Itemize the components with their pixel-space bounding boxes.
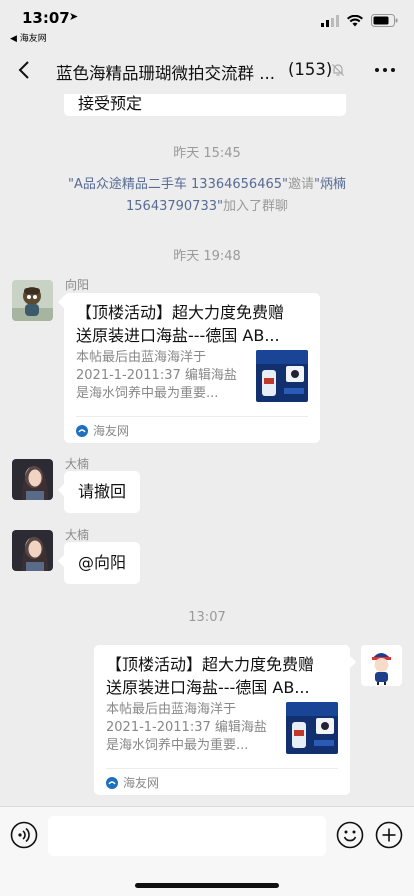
message-text: 请撤回 bbox=[78, 482, 127, 501]
message-text: @向阳 bbox=[78, 553, 127, 572]
input-bar bbox=[0, 806, 414, 896]
wifi-icon bbox=[347, 14, 363, 26]
mute-bell-icon bbox=[332, 64, 344, 76]
timestamp: 昨天 15:45 bbox=[173, 146, 241, 161]
my-avatar[interactable] bbox=[361, 645, 402, 686]
card-title-line: 送原装进口海盐---德国 AB... bbox=[76, 326, 280, 345]
card-source: 海友网 bbox=[76, 422, 129, 439]
card-desc-line: 2021-1-2011:37 编辑海盐 bbox=[76, 368, 237, 383]
cartoon-avatar-icon bbox=[361, 645, 402, 686]
back-to-app-link[interactable]: ◀ 海友网 bbox=[10, 31, 47, 44]
member-count: (153) bbox=[288, 60, 333, 79]
shared-link-card[interactable]: 【顶楼活动】超大力度免费赠 送原装进口海盐---德国 AB... 本帖最后由蓝海… bbox=[64, 293, 320, 443]
avatar[interactable] bbox=[12, 280, 53, 321]
joined-text: 加入了群聊 bbox=[222, 199, 288, 214]
product-thumbnail-icon bbox=[256, 350, 308, 402]
message-bubble[interactable]: @向阳 bbox=[64, 542, 141, 584]
card-description: 本帖最后由蓝海海洋于 2021-1-2011:37 编辑海盐 是海水饲养中最为重… bbox=[106, 701, 276, 755]
card-description: 本帖最后由蓝海海洋于 2021-1-2011:37 编辑海盐 是海水饲养中最为重… bbox=[76, 349, 246, 403]
source-logo-icon bbox=[76, 424, 88, 437]
plus-circle-icon bbox=[375, 821, 403, 849]
message-bubble[interactable]: 请撤回 bbox=[64, 471, 141, 513]
card-desc-line: 本帖最后由蓝海海洋于 bbox=[76, 350, 207, 365]
previous-message-text: 接受预定 bbox=[78, 94, 143, 113]
inviter-link[interactable]: "A品众途精品二手车 13364656465" bbox=[68, 177, 288, 192]
system-join-notice: "A品众途精品二手车 13364656465"邀请"炳楠 15643790733… bbox=[50, 174, 364, 218]
more-button[interactable] bbox=[374, 59, 396, 81]
sender-name: 大楠 bbox=[65, 528, 90, 542]
source-logo-icon bbox=[106, 776, 118, 789]
avatar[interactable] bbox=[12, 459, 53, 500]
card-source-name: 海友网 bbox=[93, 424, 130, 438]
card-desc-line: 是海水饲养中最为重要... bbox=[106, 738, 249, 753]
sender-name: 大楠 bbox=[65, 457, 90, 471]
card-thumbnail bbox=[286, 702, 338, 754]
sender-name: 向阳 bbox=[65, 278, 90, 292]
card-title: 【顶楼活动】超大力度免费赠 送原装进口海盐---德国 AB... bbox=[76, 301, 308, 347]
card-divider bbox=[106, 768, 338, 769]
timestamp: 13:07 bbox=[188, 610, 226, 625]
home-indicator bbox=[135, 883, 279, 888]
card-desc-line: 是海水饲养中最为重要... bbox=[76, 386, 219, 401]
card-thumbnail bbox=[256, 350, 308, 402]
card-desc-line: 2021-1-2011:37 编辑海盐 bbox=[106, 720, 267, 735]
voice-icon bbox=[10, 821, 38, 849]
avatar-photo-icon bbox=[12, 459, 53, 500]
chat-title: 蓝色海精品珊瑚微拍交流群 ... bbox=[56, 64, 275, 83]
timestamp: 昨天 19:48 bbox=[173, 249, 241, 264]
card-title: 【顶楼活动】超大力度免费赠 送原装进口海盐---德国 AB... bbox=[106, 653, 338, 699]
status-time: 13:07 bbox=[22, 9, 70, 27]
product-thumbnail-icon bbox=[286, 702, 338, 754]
message-input[interactable] bbox=[48, 816, 326, 856]
card-title-line: 送原装进口海盐---德国 AB... bbox=[106, 678, 310, 697]
avatar-figure-icon bbox=[12, 280, 53, 321]
cellular-signal-icon bbox=[321, 14, 339, 27]
location-arrow-icon: ➤ bbox=[69, 10, 79, 23]
more-dots-icon bbox=[375, 68, 395, 72]
battery-icon bbox=[371, 14, 398, 27]
status-bar: 13:07 ➤ ◀ 海友网 bbox=[0, 0, 414, 46]
previous-message-bubble[interactable]: 接受预定 bbox=[64, 94, 346, 116]
avatar[interactable] bbox=[12, 530, 53, 571]
status-icons bbox=[321, 14, 398, 27]
nav-bar: 蓝色海精品珊瑚微拍交流群 ... (153) bbox=[0, 46, 414, 94]
card-divider bbox=[76, 416, 308, 417]
avatar-photo-icon bbox=[12, 530, 53, 571]
card-title-line: 【顶楼活动】超大力度免费赠 bbox=[76, 303, 285, 322]
chat-area[interactable]: 接受预定 昨天 15:45 "A品众途精品二手车 13364656465"邀请"… bbox=[0, 94, 414, 806]
card-source-name: 海友网 bbox=[123, 776, 160, 790]
emoji-smile-icon bbox=[336, 821, 364, 849]
back-button[interactable] bbox=[12, 56, 36, 84]
card-desc-line: 本帖最后由蓝海海洋于 bbox=[106, 702, 237, 717]
card-source: 海友网 bbox=[106, 774, 159, 791]
emoji-button[interactable] bbox=[336, 821, 364, 849]
chevron-left-icon bbox=[18, 61, 29, 79]
more-functions-button[interactable] bbox=[375, 821, 403, 849]
invite-word: 邀请 bbox=[287, 177, 314, 192]
voice-input-button[interactable] bbox=[10, 821, 38, 849]
card-title-line: 【顶楼活动】超大力度免费赠 bbox=[106, 655, 315, 674]
shared-link-card[interactable]: 【顶楼活动】超大力度免费赠 送原装进口海盐---德国 AB... 本帖最后由蓝海… bbox=[94, 645, 350, 795]
